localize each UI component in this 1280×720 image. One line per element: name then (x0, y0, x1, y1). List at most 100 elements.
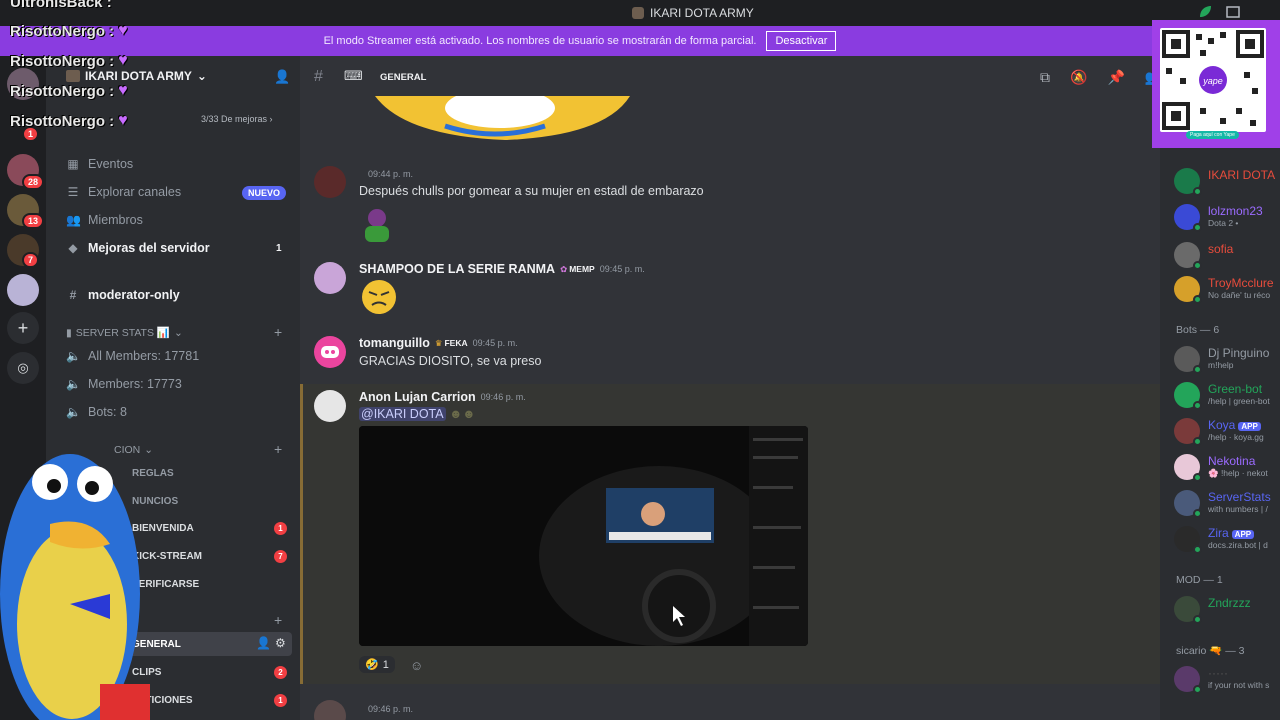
deactivate-streamer-button[interactable]: Desactivar (766, 31, 837, 51)
mute-bell-icon[interactable]: 🔕 (1070, 69, 1087, 86)
sidebar-item-server-boosts[interactable]: ◆ Mejoras del servidor (66, 241, 210, 255)
unread-badge: 2 (274, 666, 287, 679)
user-avatar[interactable] (314, 336, 346, 368)
avatar (1174, 526, 1202, 554)
member-item[interactable]: sofia (1174, 242, 1233, 270)
message-text: @IKARI DOTA ☻☻ (359, 407, 476, 421)
user-avatar[interactable] (314, 166, 346, 198)
threads-icon[interactable]: ⧉ (1040, 69, 1050, 86)
server-icon (632, 7, 644, 19)
member-name: lolzmon23 (1208, 204, 1263, 218)
hashtag-icon: # (69, 288, 77, 302)
leaf-icon[interactable] (1198, 5, 1212, 19)
voice-channel-all-members[interactable]: 🔈 All Members: 17781 (66, 349, 199, 363)
server-avatar[interactable] (7, 274, 39, 306)
sticker-duck-image (375, 96, 630, 140)
video-attachment[interactable] (359, 426, 808, 646)
voice-channel-members[interactable]: 🔈 Members: 17773 (66, 377, 182, 391)
user-mention[interactable]: @IKARI DOTA (359, 407, 446, 421)
overlay-chat-line: UltronisBack : (10, 0, 112, 11)
invite-people-icon[interactable]: 👤 (274, 69, 290, 85)
user-avatar[interactable] (314, 262, 346, 294)
message-author[interactable]: tomanguillo (359, 336, 430, 350)
stats-icon: ▮ (66, 326, 72, 339)
channel-label: moderator-only (88, 288, 180, 302)
speaker-icon: 🔈 (66, 377, 81, 391)
yape-qr-code: yape (1152, 20, 1280, 148)
overlay-chat-line: RisottoNergo : ♥ (10, 82, 128, 100)
member-name: Koya APP (1208, 418, 1264, 432)
keyboard-emoji-icon: ⌨ (344, 68, 363, 83)
create-channel-icon[interactable]: + (274, 441, 282, 457)
member-item[interactable]: Zira APP docs.zira.bot | d (1174, 526, 1268, 554)
inbox-icon[interactable] (1226, 5, 1240, 19)
sidebar-item-label: Mejoras del servidor (88, 241, 210, 255)
boost-progress[interactable]: 3/33 De mejoras › (201, 114, 273, 124)
add-server-icon[interactable]: + (7, 312, 39, 344)
message-header: tomanguillo ♛ FEKA 09:45 p. m. (359, 336, 518, 350)
message-timestamp: 09:46 p. m. (368, 704, 414, 714)
create-channel-icon[interactable]: + (274, 612, 282, 628)
guild-tag: ♛ FEKA (434, 337, 468, 349)
channel-moderator-only[interactable]: # moderator-only (66, 288, 180, 302)
calendar-icon: ▦ (67, 157, 79, 171)
member-item[interactable]: Green-bot/help | green-bot (1174, 382, 1270, 410)
member-activity: if your not with s (1208, 680, 1270, 690)
member-item[interactable]: Dj Pinguino m!help (1174, 346, 1269, 374)
member-activity: m!help (1208, 360, 1234, 370)
member-name: IKARI DOTA (1208, 168, 1276, 182)
overlay-chat-line: RisottoNergo : ♥ (10, 52, 128, 70)
member-activity: No dañe' tu réco (1208, 290, 1271, 300)
video-frame (359, 426, 808, 646)
channel-label: All Members: 17781 (88, 349, 200, 363)
member-name: ····· (1208, 666, 1228, 680)
sidebar-item-events[interactable]: ▦ Eventos (66, 157, 133, 171)
message-author[interactable]: SHAMPOO DE LA SERIE RANMA (359, 262, 555, 276)
avatar (1174, 596, 1202, 624)
avatar (1174, 168, 1202, 196)
member-item[interactable]: Nekotina 🌸 !help · nekot (1174, 454, 1268, 482)
member-item[interactable]: ····· if your not with s (1174, 666, 1270, 694)
user-avatar[interactable] (314, 390, 346, 422)
member-list: IKARI DOTA lolzmon23 Dota 2 • sofia TroyM… (1160, 56, 1280, 720)
avatar (1174, 418, 1202, 446)
sidebar-item-members[interactable]: 👥 Miembros (66, 213, 143, 227)
avatar (1174, 382, 1202, 410)
member-item[interactable]: IKARI DOTA (1174, 168, 1276, 196)
chat-area: # ⌨ GENERAL ⧉ 🔕 📌 👥 09:44 p. m. Después … (300, 56, 1160, 720)
category-server-stats[interactable]: ▮ SERVER STATS 📊 ⌄ (66, 326, 183, 340)
member-name: Nekotina (1208, 454, 1256, 468)
unread-badge: 7 (274, 550, 287, 563)
invite-icon[interactable]: 👤 (256, 636, 271, 650)
overlay-chat-line: RisottoNergo : ♥ (10, 22, 128, 40)
message-author[interactable]: Anon Lujan Carrion (359, 390, 476, 404)
server-badge: 28 (22, 174, 45, 190)
member-item[interactable]: ServerStats with numbers | / (1174, 490, 1271, 518)
sticker-image (365, 209, 389, 242)
message-text: Después chulls por gomear a su mujer en … (359, 184, 704, 198)
streamer-mode-text: El modo Streamer está activado. Los nomb… (323, 35, 757, 47)
avatar (1174, 204, 1202, 232)
gear-icon[interactable]: ⚙ (275, 636, 286, 650)
members-icon: 👥 (66, 213, 81, 227)
user-avatar[interactable] (314, 700, 346, 720)
stream-chat-overlay: UltronisBack : RisottoNergo : ♥ RisottoNe… (0, 0, 170, 140)
channel-row-tools: 👤 ⚙ (256, 636, 286, 650)
svg-text:yape: yape (1202, 76, 1223, 86)
sidebar-item-label: Eventos (88, 157, 134, 171)
member-item[interactable]: Koya APP/help · koya.gg (1174, 418, 1264, 446)
discover-icon[interactable]: ◎ (7, 352, 39, 384)
add-reaction-icon[interactable]: ☺ (410, 658, 423, 673)
message-header: Anon Lujan Carrion 09:46 p. m. (359, 390, 526, 404)
member-item[interactable]: TroyMcclure No dañe' tu réco (1174, 276, 1274, 304)
server-badge: 7 (22, 252, 40, 268)
member-item[interactable]: Zndrzzz (1174, 596, 1251, 624)
titlebar-icons (1198, 5, 1240, 19)
member-name: ServerStats (1208, 490, 1271, 504)
pin-icon[interactable]: 📌 (1107, 69, 1124, 86)
member-item[interactable]: lolzmon23 Dota 2 • (1174, 204, 1263, 232)
sidebar-item-browse-channels[interactable]: ☰ Explorar canales (66, 185, 182, 199)
create-channel-icon[interactable]: + (274, 324, 282, 340)
discord-logo-icon (321, 346, 339, 358)
reaction-chip[interactable]: 🤣 1 (359, 656, 395, 673)
